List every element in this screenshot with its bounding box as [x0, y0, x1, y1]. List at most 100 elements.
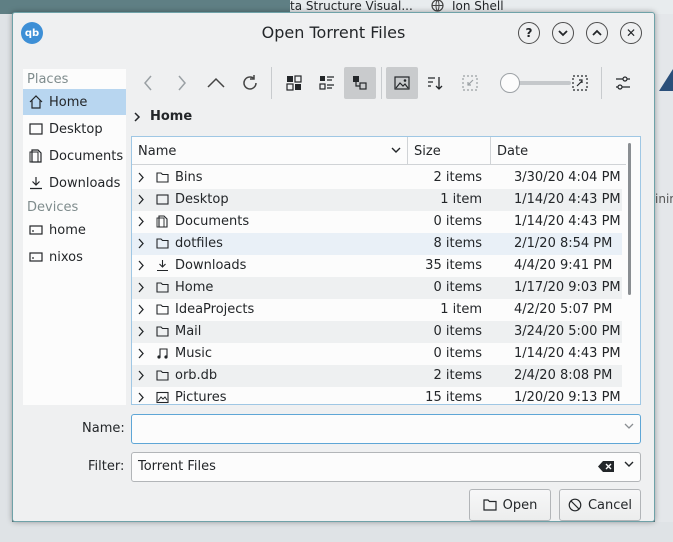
- compact-view-button[interactable]: [311, 67, 343, 99]
- file-name: dotfiles: [175, 236, 223, 251]
- folder-icon: [156, 172, 169, 183]
- file-row[interactable]: dotfiles 8 items 2/1/20 8:54 PM: [132, 233, 622, 255]
- vertical-scrollbar[interactable]: [628, 143, 631, 295]
- file-row[interactable]: orb.db 2 items 2/4/20 8:08 PM: [132, 365, 622, 387]
- detailed-tree-view-button[interactable]: [344, 67, 376, 99]
- title-bar[interactable]: qb Open Torrent Files ? ✕: [13, 13, 654, 53]
- icons-view-icon: [286, 75, 302, 91]
- place-desktop[interactable]: Desktop: [23, 116, 126, 142]
- folder-icon: [156, 370, 169, 381]
- file-size: 1 item: [440, 192, 482, 207]
- device-nixos[interactable]: nixos: [23, 244, 126, 270]
- expand-chevron-icon[interactable]: [138, 172, 145, 183]
- documents-folder-icon: [156, 215, 168, 228]
- preview-button[interactable]: [386, 67, 418, 99]
- file-row[interactable]: Bins 2 items 3/30/20 4:04 PM: [132, 167, 622, 189]
- name-field[interactable]: [131, 414, 641, 444]
- breadcrumb-current[interactable]: Home: [150, 109, 192, 124]
- column-size[interactable]: Size: [407, 137, 490, 165]
- back-button[interactable]: [136, 71, 160, 95]
- downloads-icon: [30, 177, 42, 190]
- icons-view-button[interactable]: [278, 67, 310, 99]
- reload-button[interactable]: [238, 71, 262, 95]
- file-row[interactable]: Downloads 35 items 4/4/20 9:41 PM: [132, 255, 622, 277]
- file-date: 3/30/20 4:04 PM: [514, 170, 621, 185]
- expand-chevron-icon[interactable]: [138, 194, 145, 205]
- file-date: 2/1/20 8:54 PM: [514, 236, 613, 251]
- question-icon: ?: [525, 26, 533, 40]
- help-button[interactable]: ?: [518, 22, 540, 44]
- cancel-button[interactable]: Cancel: [559, 489, 641, 521]
- name-label: Name:: [82, 421, 125, 436]
- chevron-right-icon: [134, 111, 141, 122]
- options-icon: [616, 76, 630, 90]
- downloads-folder-icon: [157, 260, 168, 272]
- place-downloads[interactable]: Downloads: [23, 170, 126, 196]
- clear-icon[interactable]: [598, 461, 614, 472]
- file-row[interactable]: Pictures 15 items 1/20/20 9:13 PM: [132, 387, 622, 404]
- filter-label: Filter:: [88, 459, 125, 474]
- zoom-in-button[interactable]: [564, 67, 596, 99]
- breadcrumb[interactable]: Home: [134, 109, 192, 124]
- close-icon: ✕: [625, 26, 637, 40]
- open-torrent-files-dialog: qb Open Torrent Files ? ✕ Places Home De…: [12, 12, 655, 522]
- file-row[interactable]: Desktop 1 item 1/14/20 4:43 PM: [132, 189, 622, 211]
- expand-chevron-icon[interactable]: [138, 260, 145, 271]
- expand-chevron-icon[interactable]: [138, 326, 145, 337]
- tree-view-icon: [353, 76, 367, 90]
- chevron-down-icon[interactable]: [624, 423, 634, 430]
- expand-chevron-icon[interactable]: [138, 238, 145, 249]
- expand-chevron-icon[interactable]: [138, 348, 145, 359]
- expand-chevron-icon[interactable]: [138, 370, 145, 381]
- device-home[interactable]: home: [23, 217, 126, 243]
- file-list[interactable]: Name Size Date Bins 2 items 3/30/20 4:04 P…: [131, 136, 641, 405]
- expand-chevron-icon[interactable]: [138, 216, 145, 227]
- column-date[interactable]: Date: [490, 137, 626, 165]
- zoom-slider-handle[interactable]: [500, 73, 520, 93]
- expand-chevron-icon[interactable]: [138, 304, 145, 315]
- toolbar-separator: [381, 67, 382, 99]
- file-row[interactable]: Documents 0 items 1/14/20 4:43 PM: [132, 211, 622, 233]
- column-name[interactable]: Name: [132, 137, 407, 165]
- sort-button[interactable]: [419, 67, 451, 99]
- pictures-folder-icon: [156, 391, 169, 404]
- chevron-down-icon: [558, 30, 568, 37]
- sort-chevron-down-icon: [391, 147, 401, 153]
- place-home[interactable]: Home: [23, 89, 126, 115]
- file-date: 3/24/20 5:00 PM: [514, 324, 621, 339]
- up-button[interactable]: [204, 71, 228, 95]
- file-row[interactable]: IdeaProjects 1 item 4/2/20 5:07 PM: [132, 299, 622, 321]
- file-name: Home: [175, 280, 214, 295]
- minimize-button[interactable]: [552, 22, 574, 44]
- file-row[interactable]: Home 0 items 1/17/20 9:03 PM: [132, 277, 622, 299]
- options-button[interactable]: [607, 67, 639, 99]
- drive-icon: [29, 225, 43, 235]
- file-row[interactable]: Mail 0 items 3/24/20 5:00 PM: [132, 321, 622, 343]
- file-date: 1/14/20 4:43 PM: [514, 192, 621, 207]
- back-icon: [144, 75, 152, 91]
- file-name: IdeaProjects: [175, 302, 255, 317]
- filter-value: Torrent Files: [138, 459, 216, 474]
- documents-icon: [29, 149, 42, 163]
- desktop-icon: [29, 123, 43, 135]
- file-date: 4/4/20 9:41 PM: [514, 258, 613, 273]
- open-button[interactable]: Open: [469, 489, 551, 521]
- filter-combobox[interactable]: Torrent Files: [131, 452, 641, 482]
- file-date: 1/14/20 4:43 PM: [514, 346, 621, 361]
- zoom-out-button[interactable]: [454, 67, 486, 99]
- place-documents[interactable]: Documents: [23, 143, 126, 169]
- background-text: inin: [655, 192, 673, 206]
- close-button[interactable]: ✕: [620, 22, 642, 44]
- forward-button[interactable]: [170, 71, 194, 95]
- zoom-out-icon: [462, 75, 478, 91]
- maximize-button[interactable]: [586, 22, 608, 44]
- file-row[interactable]: Music 0 items 1/14/20 4:43 PM: [132, 343, 622, 365]
- device-label: nixos: [49, 249, 83, 265]
- file-name: Downloads: [175, 258, 247, 273]
- background-window-left: [0, 14, 12, 542]
- file-name: Mail: [175, 324, 202, 339]
- chevron-down-icon[interactable]: [624, 461, 634, 468]
- expand-chevron-icon[interactable]: [138, 282, 145, 293]
- background-logo-icon: [659, 69, 673, 91]
- expand-chevron-icon[interactable]: [138, 392, 145, 403]
